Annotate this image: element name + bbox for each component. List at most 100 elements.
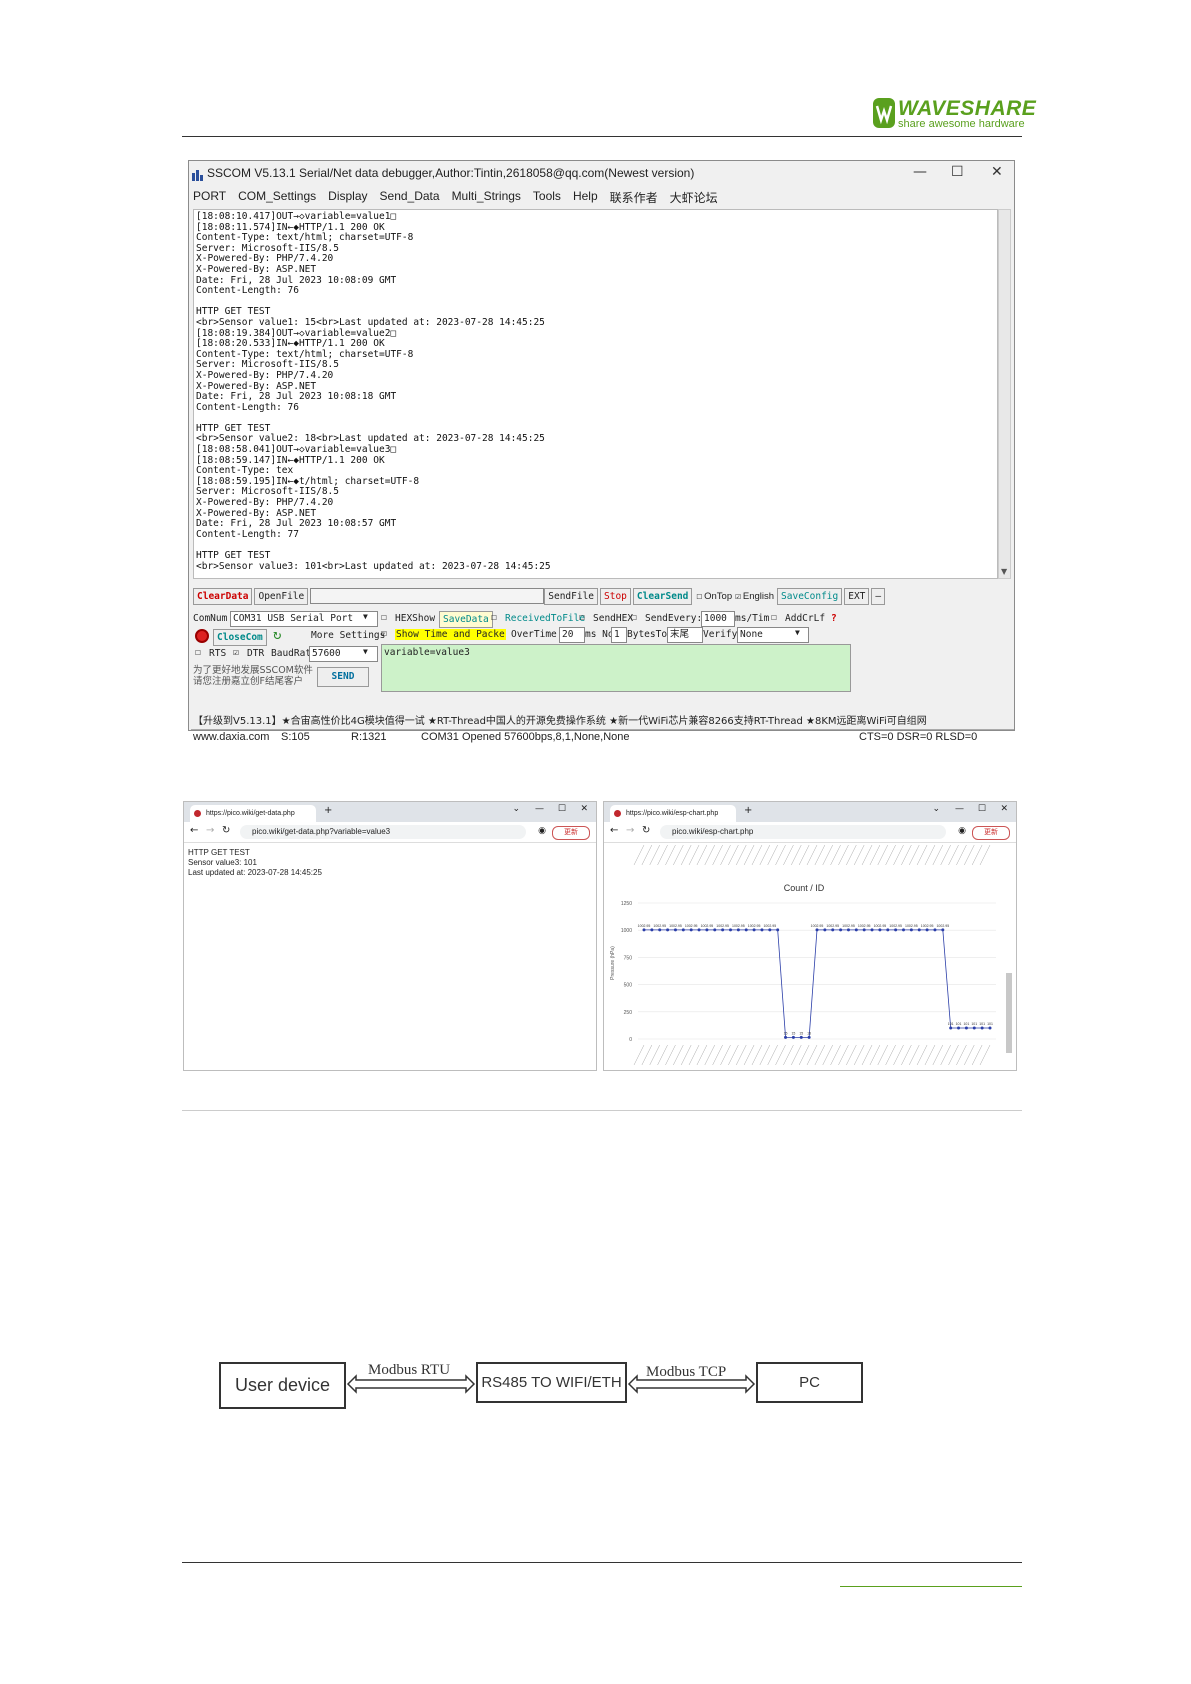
refresh-icon[interactable]: ↻ [273,627,281,643]
send-textarea[interactable]: variable=value3 [381,644,851,692]
menu-tools[interactable]: Tools [533,189,561,206]
receive-log[interactable]: [18:08:10.417]OUT→◇variable=value1□ [18:… [193,209,998,579]
top-tick-mark [916,844,928,866]
top-tick-mark [743,844,755,866]
open-file-button[interactable]: OpenFile [254,587,309,605]
data-point [658,928,662,932]
top-tick-mark [861,844,873,866]
send-every-input[interactable]: 1000 [701,611,735,627]
top-tick-mark [901,844,912,866]
data-label: 1002.95 [732,924,745,928]
english-checkbox[interactable]: ☑ [735,591,741,602]
rts-checkbox[interactable]: ☐ [195,647,201,658]
clear-send-button[interactable]: ClearSend [632,587,693,605]
bytes-to-select[interactable]: 末尾 [667,627,703,643]
reload-icon[interactable]: ↻ [222,825,230,836]
menu-help[interactable]: Help [573,189,598,206]
ext-button[interactable]: EXT [844,587,870,605]
pressure-chart: Count / ID Pressure (hPa) 0 250 500 750 1000… [610,844,1012,1066]
promo-text[interactable]: 为了更好地发展SSCOM软件 请您注册嘉立创F结尾客户 [193,665,313,687]
url-field[interactable]: pico.wiki/esp-chart.php [660,825,946,839]
top-tick-mark [704,844,715,866]
top-tick-mark [940,844,951,866]
x-tick-mark [838,1044,849,1066]
back-icon[interactable]: ← [190,825,198,836]
update-button[interactable]: 更新 [972,826,1010,840]
close-icon[interactable]: ✕ [1000,804,1008,814]
browser-tab[interactable]: https://pico.wiki/get-data.php [190,805,316,822]
new-tab-icon[interactable]: + [324,805,332,816]
forward-icon[interactable]: → [626,825,634,836]
menu-contact-author[interactable]: 联系作者 [610,189,658,206]
maximize-icon[interactable]: ☐ [558,804,566,814]
x-tick-mark [964,1044,975,1066]
send-hex-checkbox[interactable]: ☐ [579,612,585,623]
profile-icon[interactable]: ◉ [958,826,966,836]
x-tick-mark [806,1044,818,1066]
help-icon[interactable]: ? [831,613,837,624]
x-tick-mark [924,1044,936,1066]
new-tab-icon[interactable]: + [744,805,752,816]
hex-show-label: HEXShow [395,613,436,624]
status-site-link[interactable]: www.daxia.com [193,731,269,743]
minimize-icon[interactable]: — [535,804,544,814]
stop-button[interactable]: Stop [600,587,631,605]
url-field[interactable]: pico.wiki/get-data.php?variable=value3 [240,825,526,839]
ontop-checkbox[interactable]: ☐ [696,591,702,602]
send-button[interactable]: SEND [317,667,369,687]
news-ticker[interactable]: 【升级到V5.13.1】★合宙高性价比4G模块值得一试 ★RT-Thread中国… [193,712,1011,727]
x-tick-mark [665,1044,676,1066]
collapse-button[interactable]: — [871,587,886,605]
menu-port[interactable]: PORT [193,189,226,206]
add-crlf-checkbox[interactable]: ☐ [771,612,777,623]
overtime-input[interactable]: 20 [559,627,585,643]
dtr-checkbox[interactable]: ☑ [233,647,239,658]
menu-multi-strings[interactable]: Multi_Strings [452,189,521,206]
menu-com-settings[interactable]: COM_Settings [238,189,316,206]
chart-scrollbar[interactable] [1006,973,1012,1053]
chevron-down-icon[interactable]: ⌄ [932,804,940,814]
close-icon[interactable]: ✕ [991,164,1003,180]
browser-tab[interactable]: https://pico.wiki/esp-chart.php [610,805,736,822]
data-point [862,928,866,932]
menu-send-data[interactable]: Send_Data [380,189,440,206]
send-file-button[interactable]: SendFile [544,587,599,605]
close-icon[interactable]: ✕ [580,804,588,814]
chevron-down-icon[interactable]: ⌄ [512,804,520,814]
y-axis-label: Pressure (hPa) [610,946,616,980]
data-point [776,928,780,932]
profile-icon[interactable]: ◉ [538,826,546,836]
favicon-icon [614,810,621,817]
update-button[interactable]: 更新 [552,826,590,840]
menu-display[interactable]: Display [328,189,367,206]
send-hex-label: SendHEX [593,613,634,624]
back-icon[interactable]: ← [610,825,618,836]
menu-forum[interactable]: 大虾论坛 [670,189,718,206]
maximize-icon[interactable]: ☐ [978,804,986,814]
save-config-button[interactable]: SaveConfig [777,587,843,605]
save-data-button[interactable]: SaveData [439,611,493,628]
minimize-icon[interactable]: — [913,164,927,180]
close-com-button[interactable]: CloseCom [213,629,267,646]
add-crlf-label: AddCrLf [785,613,826,624]
minimize-icon[interactable]: — [955,804,964,814]
top-tick-mark [657,844,668,866]
send-every-checkbox[interactable]: ☐ [631,612,637,623]
more-settings-button[interactable]: More Settings [311,630,385,641]
log-scrollbar[interactable]: ▼ [998,209,1011,579]
data-label: 1002.95 [858,924,871,928]
clear-data-button[interactable]: ClearData [193,587,253,605]
node-pc: PC [756,1362,863,1403]
packet-no-input[interactable]: 1 [611,627,627,643]
hex-show-checkbox[interactable]: ☐ [381,612,387,623]
received-to-file-checkbox[interactable]: ☐ [491,612,497,623]
scroll-down-icon[interactable]: ▼ [1001,567,1007,576]
file-path-field[interactable] [310,588,545,604]
show-time-checkbox[interactable]: ☑ [381,628,387,639]
maximize-icon[interactable]: ☐ [951,164,964,180]
x-tick-mark [751,1044,763,1066]
port-status-icon[interactable] [195,629,209,643]
reload-icon[interactable]: ↻ [642,825,650,836]
com-num-select[interactable]: COM31 USB Serial Port [230,611,378,627]
forward-icon[interactable]: → [206,825,214,836]
